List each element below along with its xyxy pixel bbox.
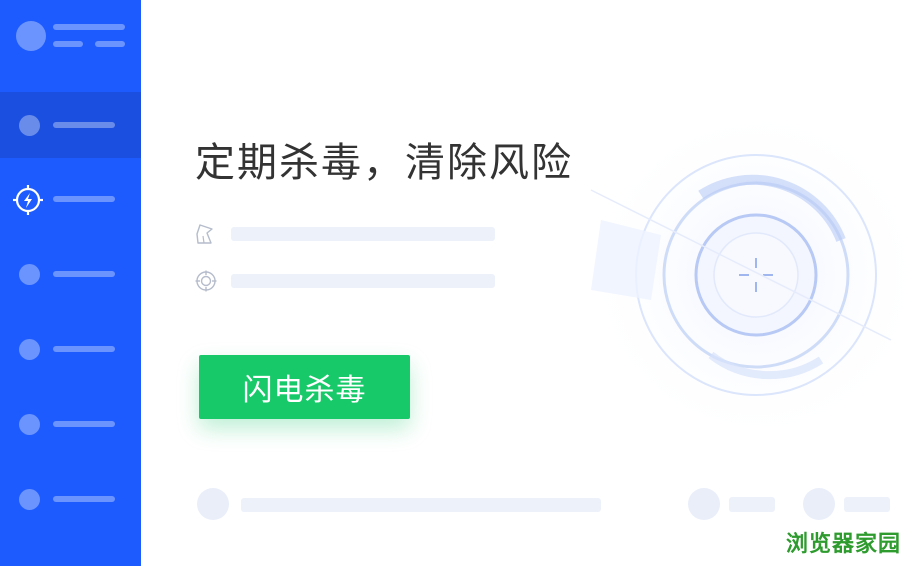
page-title: 定期杀毒，清除风险: [195, 140, 573, 186]
sidebar-item-label-placeholder: [53, 196, 115, 202]
sidebar-header: [0, 0, 141, 78]
sidebar-item-3[interactable]: [0, 241, 141, 307]
footer-text-placeholder: [241, 498, 601, 512]
main-panel: 定期杀毒，清除风险 闪电杀毒: [141, 0, 917, 566]
watermark: 浏览器家园: [785, 532, 901, 557]
account-info-placeholder: [95, 41, 125, 47]
sidebar-item-label-placeholder: [53, 346, 115, 352]
sidebar-item-5[interactable]: [0, 391, 141, 457]
sidebar: [0, 0, 141, 566]
broom-icon: [196, 224, 213, 244]
footer-stat-2-icon-placeholder: [803, 488, 835, 520]
quick-scan-button[interactable]: 闪电杀毒: [199, 355, 410, 419]
avatar[interactable]: [16, 21, 46, 51]
crosshair-icon: [195, 270, 217, 292]
sidebar-item-dot: [19, 339, 40, 360]
sidebar-item-6[interactable]: [0, 466, 141, 532]
sidebar-item-label-placeholder: [53, 421, 115, 427]
radar-illustration: [581, 100, 917, 450]
sidebar-item-label-placeholder: [53, 271, 115, 277]
sidebar-item-label-placeholder: [53, 122, 115, 128]
footer-stat-1-icon-placeholder: [688, 488, 720, 520]
sidebar-item-dot: [19, 115, 40, 136]
lightning-target-icon: [13, 185, 43, 215]
feature-row-1-placeholder: [231, 227, 495, 241]
sidebar-item-1[interactable]: [0, 92, 141, 158]
sidebar-item-label-placeholder: [53, 496, 115, 502]
sidebar-item-dot: [19, 489, 40, 510]
app-window: 定期杀毒，清除风险 闪电杀毒 浏览器家园: [0, 0, 917, 566]
sidebar-item-virus-scan[interactable]: [0, 166, 141, 232]
footer-icon-placeholder: [197, 488, 229, 520]
account-name-placeholder: [53, 24, 125, 30]
sidebar-item-dot: [19, 414, 40, 435]
sidebar-item-dot: [19, 264, 40, 285]
feature-row-2-placeholder: [231, 274, 495, 288]
sidebar-item-4[interactable]: [0, 316, 141, 382]
footer-stat-2-placeholder: [844, 497, 890, 512]
account-info-placeholder: [53, 41, 83, 47]
footer-stat-1-placeholder: [729, 497, 775, 512]
